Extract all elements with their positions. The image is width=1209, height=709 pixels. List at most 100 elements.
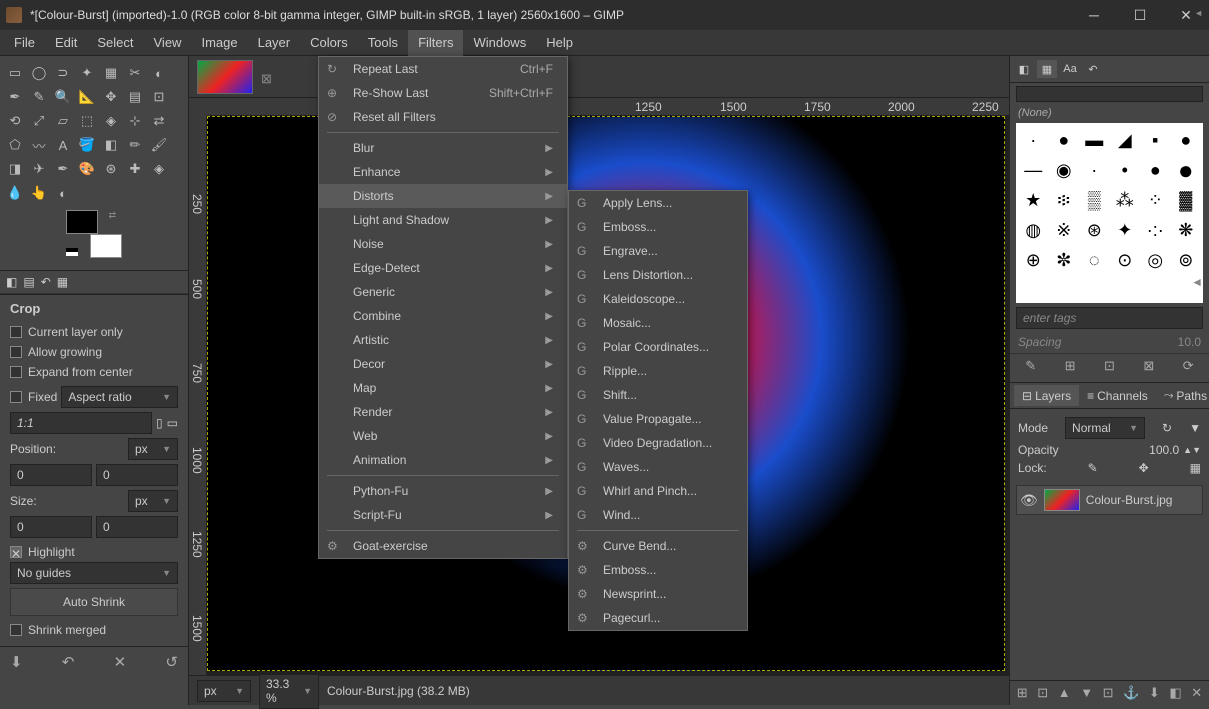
shrink-merged-checkbox[interactable]: Shrink merged xyxy=(10,620,178,640)
paths-tool[interactable]: ✒ xyxy=(4,86,26,108)
menuitem-distorts[interactable]: Distorts▶ xyxy=(319,184,567,208)
menu-view[interactable]: View xyxy=(144,30,192,56)
menuitem-waves-[interactable]: GWaves... xyxy=(569,455,799,479)
menu-windows[interactable]: Windows xyxy=(463,30,536,56)
device-status-tab-icon[interactable]: ▤ xyxy=(23,275,34,289)
menuitem-blur[interactable]: Blur▶ xyxy=(319,136,567,160)
menuitem-combine[interactable]: Combine▶ xyxy=(319,304,567,328)
menuitem-whirl-and-pinch-[interactable]: GWhirl and Pinch... xyxy=(569,479,799,503)
gradient-tool[interactable]: ◧ xyxy=(100,134,122,156)
menuitem-goat-exercise[interactable]: ⚙Goat-exercise xyxy=(319,534,567,558)
warp-tool[interactable]: 〰 xyxy=(28,134,50,156)
menuitem-animation[interactable]: Animation▶ xyxy=(319,448,567,472)
rect-select-tool[interactable]: ▭ xyxy=(4,62,26,84)
new-layer-icon[interactable]: ⊞ xyxy=(1017,685,1028,701)
menuitem-emboss-[interactable]: ⚙Emboss... xyxy=(569,558,799,582)
patterns-tab-icon[interactable]: ▦ xyxy=(1037,60,1057,78)
layer-name[interactable]: Colour-Burst.jpg xyxy=(1086,493,1173,507)
layers-tab[interactable]: ⊟Layers xyxy=(1014,385,1079,406)
highlight-checkbox[interactable]: ✕Highlight xyxy=(10,542,178,562)
merge-layer-icon[interactable]: ⬇ xyxy=(1149,685,1160,701)
menuitem-render[interactable]: Render▶ xyxy=(319,400,567,424)
menuitem-curve-bend-[interactable]: ⚙Curve Bend... xyxy=(569,534,799,558)
aspect-select[interactable]: Aspect ratio▼ xyxy=(61,386,178,408)
images-tab-icon[interactable]: ▦ xyxy=(57,275,68,289)
expand-center-checkbox[interactable]: Expand from center xyxy=(10,362,178,382)
menu-file[interactable]: File xyxy=(4,30,45,56)
panel-menu-icon[interactable]: ◄ xyxy=(1191,275,1203,289)
mode-switch-icon[interactable]: ↻ xyxy=(1162,421,1172,435)
paths-tab[interactable]: ⤳Paths xyxy=(1156,385,1209,406)
fixed-checkbox[interactable]: Fixed xyxy=(10,387,57,407)
new-group-icon[interactable]: ⊡ xyxy=(1037,685,1048,701)
pos-unit-select[interactable]: px▼ xyxy=(128,438,178,460)
menuitem-repeat-last[interactable]: ↻Repeat LastCtrl+F xyxy=(319,57,567,81)
history-tab-icon[interactable]: ↶ xyxy=(41,275,51,289)
rotate-tool[interactable]: ⟲ xyxy=(4,110,26,132)
menuitem-kaleidoscope-[interactable]: GKaleidoscope... xyxy=(569,287,799,311)
measure-tool[interactable]: 📐 xyxy=(76,86,98,108)
lasso-tool[interactable]: ⊃ xyxy=(52,62,74,84)
delete-layer-icon[interactable]: ✕ xyxy=(1191,685,1202,701)
landscape-icon[interactable]: ▭ xyxy=(167,416,178,430)
brushes-tab-icon[interactable]: ◧ xyxy=(1014,60,1034,78)
unit-select[interactable]: px▼ xyxy=(197,680,251,702)
allow-growing-checkbox[interactable]: Allow growing xyxy=(10,342,178,362)
delete-brush-icon[interactable]: ⊠ xyxy=(1143,358,1154,374)
bg-color[interactable] xyxy=(90,234,122,258)
history-tab2-icon[interactable]: ↶ xyxy=(1083,60,1103,78)
menu-filters[interactable]: Filters xyxy=(408,30,463,56)
handle-tool[interactable]: ⊹ xyxy=(124,110,146,132)
menuitem-shift-[interactable]: GShift... xyxy=(569,383,799,407)
bucket-fill-tool[interactable]: 🪣 xyxy=(76,134,98,156)
perspective-tool[interactable]: ⬚ xyxy=(76,110,98,132)
enter-tags-field[interactable]: enter tags xyxy=(1016,307,1203,329)
layer-row[interactable]: 👁 Colour-Burst.jpg xyxy=(1016,485,1203,515)
scale-tool[interactable]: ⤢ xyxy=(28,110,50,132)
raise-layer-icon[interactable]: ▲ xyxy=(1058,685,1071,701)
lock-position-icon[interactable]: ✥ xyxy=(1139,461,1149,475)
text-tool[interactable]: A xyxy=(52,134,74,156)
mode-select[interactable]: Normal▼ xyxy=(1065,417,1145,439)
color-swatch[interactable]: ⇄ xyxy=(66,210,122,258)
menuitem-engrave-[interactable]: GEngrave... xyxy=(569,239,799,263)
size-w-field[interactable]: 0 xyxy=(10,516,92,538)
menuitem-python-fu[interactable]: Python-Fu▶ xyxy=(319,479,567,503)
maximize-button[interactable]: ☐ xyxy=(1117,0,1163,30)
duplicate-brush-icon[interactable]: ⊡ xyxy=(1104,358,1115,374)
ink-tool[interactable]: ✒ xyxy=(52,158,74,180)
menuitem-decor[interactable]: Decor▶ xyxy=(319,352,567,376)
pos-y-field[interactable]: 0 xyxy=(96,464,178,486)
menuitem-script-fu[interactable]: Script-Fu▶ xyxy=(319,503,567,527)
lower-layer-icon[interactable]: ▼ xyxy=(1080,685,1093,701)
menu-layer[interactable]: Layer xyxy=(248,30,301,56)
size-unit-select[interactable]: px▼ xyxy=(128,490,178,512)
pos-x-field[interactable]: 0 xyxy=(10,464,92,486)
duplicate-layer-icon[interactable]: ⊡ xyxy=(1103,685,1114,701)
menuitem-enhance[interactable]: Enhance▶ xyxy=(319,160,567,184)
dodge-tool[interactable]: ◐ xyxy=(52,182,74,204)
menuitem-ripple-[interactable]: GRipple... xyxy=(569,359,799,383)
ellipse-select-tool[interactable]: ◯ xyxy=(28,62,50,84)
layer-thumbnail[interactable] xyxy=(1044,489,1080,511)
foreground-select-tool[interactable]: ◐ xyxy=(148,62,170,84)
fuzzy-select-tool[interactable]: ✦ xyxy=(76,62,98,84)
zoom-tool[interactable]: 🔍 xyxy=(52,86,74,108)
menuitem-noise[interactable]: Noise▶ xyxy=(319,232,567,256)
visibility-icon[interactable]: 👁 xyxy=(1020,492,1038,509)
heal-tool[interactable]: ✚ xyxy=(124,158,146,180)
refresh-brush-icon[interactable]: ⟳ xyxy=(1183,358,1194,374)
minimize-button[interactable]: ─ xyxy=(1071,0,1117,30)
by-color-select-tool[interactable]: ▦ xyxy=(100,62,122,84)
menu-edit[interactable]: Edit xyxy=(45,30,87,56)
zoom-select[interactable]: 33.3 %▼ xyxy=(259,673,319,709)
crop-tool[interactable]: ⊡ xyxy=(148,86,170,108)
flip-tool[interactable]: ⇄ xyxy=(148,110,170,132)
mypaint-tool[interactable]: 🎨 xyxy=(76,158,98,180)
current-layer-checkbox[interactable]: Current layer only xyxy=(10,322,178,342)
menu-colors[interactable]: Colors xyxy=(300,30,358,56)
move-tool[interactable]: ✥ xyxy=(100,86,122,108)
fg-color[interactable] xyxy=(66,210,98,234)
menu-tools[interactable]: Tools xyxy=(358,30,408,56)
tool-options-tab-icon[interactable]: ◧ xyxy=(6,275,17,289)
